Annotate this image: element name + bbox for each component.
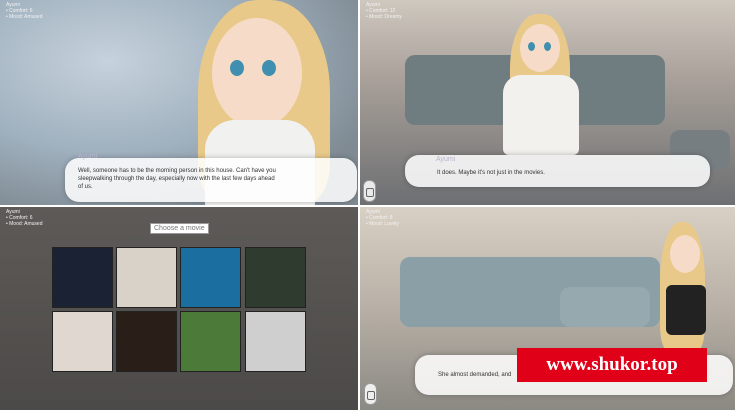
speaker-name: Ayumi <box>78 153 98 160</box>
movie-thumb-moon-figure[interactable] <box>52 247 113 308</box>
scene-panel-movie-select: Ayumi • Comfort: 6 • Mood: Amused Choose… <box>0 207 358 410</box>
watermark-banner: www.shukor.top <box>517 348 707 382</box>
speaker-name: Ayumi <box>436 156 456 163</box>
movie-thumb-children-field[interactable] <box>180 311 241 372</box>
status-stats: Ayumi • Comfort: 8 • Mood: Lovely <box>366 209 399 227</box>
stat-mood: • Mood: Amused <box>6 221 43 227</box>
dialog-text-1: She almost demanded, and <box>438 372 512 378</box>
dialog-text-3: of us. <box>78 184 93 190</box>
status-stats: Ayumi • Comfort: 6 • Mood: Amused <box>6 2 43 20</box>
movie-thumb-orb-poster[interactable] <box>116 247 177 308</box>
stat-mood: • Mood: Amused <box>6 14 43 20</box>
divider-horizontal <box>0 205 735 207</box>
status-stats: Ayumi • Comfort: 12 • Mood: Dreamy <box>366 2 402 20</box>
movie-thumb-green-face[interactable] <box>245 247 306 308</box>
dialog-text-1: Well, someone has to be the morning pers… <box>78 168 276 174</box>
stat-mood: • Mood: Dreamy <box>366 14 402 20</box>
movie-menu-title: Choose a movie <box>150 223 209 234</box>
quick-menu-button[interactable] <box>363 180 376 202</box>
movie-thumb-embrace[interactable] <box>52 311 113 372</box>
movie-thumb-bare-tree[interactable] <box>245 311 306 372</box>
quick-menu-button[interactable] <box>364 383 377 405</box>
stat-mood: • Mood: Lovely <box>366 221 399 227</box>
sofa-chaise <box>560 287 650 327</box>
dialog-text-1: It does. Maybe it's not just in the movi… <box>437 170 545 176</box>
scene-panel-kitchen: Ayumi • Comfort: 6 • Mood: Amused Ayumi … <box>0 0 358 205</box>
movie-thumb-dark-door[interactable] <box>116 311 177 372</box>
scene-panel-living-room: Ayumi • Comfort: 12 • Mood: Dreamy Ayumi… <box>360 0 735 205</box>
dialog-text-2: sleepwalking through the day, especially… <box>78 176 275 182</box>
status-stats: Ayumi • Comfort: 6 • Mood: Amused <box>6 209 43 227</box>
movie-thumb-blue-sphere[interactable] <box>180 247 241 308</box>
